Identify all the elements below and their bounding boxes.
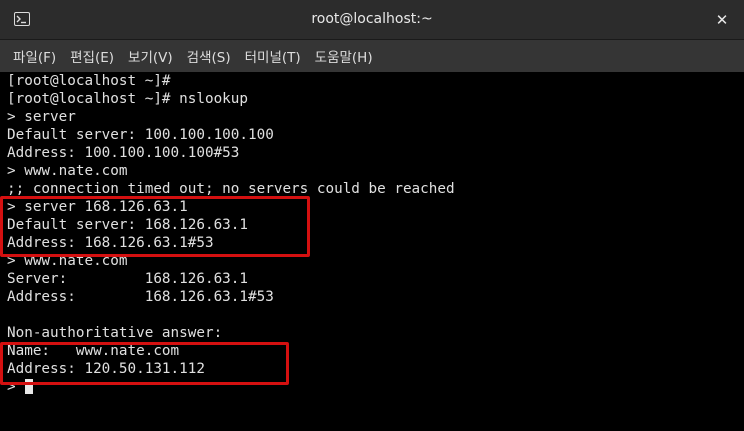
terminal-line: Non-authoritative answer: [7, 325, 223, 341]
menu-search[interactable]: 검색(S) [180, 46, 238, 66]
terminal-output[interactable]: [root@localhost ~]# [root@localhost ~]# … [0, 72, 744, 431]
terminal-line: > www.nate.com [7, 163, 128, 179]
window-title: root@localhost:~ [311, 11, 433, 27]
terminal-line: Address: 100.100.100.100#53 [7, 145, 240, 161]
menu-view[interactable]: 보기(V) [121, 46, 180, 66]
highlight-box-server-change [0, 196, 310, 257]
title-bar[interactable]: root@localhost:~ ✕ [0, 0, 744, 40]
terminal-line: Server: 168.126.63.1 [7, 271, 249, 287]
terminal-line: [root@localhost ~]# [7, 73, 171, 89]
terminal-window: root@localhost:~ ✕ 파일(F) 편집(E) 보기(V) 검색(… [0, 0, 744, 431]
menu-help[interactable]: 도움말(H) [308, 46, 380, 66]
menu-edit[interactable]: 편집(E) [63, 46, 121, 66]
terminal-line: Address: 168.126.63.1#53 [7, 289, 274, 305]
terminal-line: [root@localhost ~]# nslookup [7, 91, 249, 107]
menu-terminal[interactable]: 터미널(T) [238, 46, 308, 66]
menu-bar: 파일(F) 편집(E) 보기(V) 검색(S) 터미널(T) 도움말(H) [0, 40, 744, 72]
close-button[interactable]: ✕ [710, 8, 734, 32]
highlight-box-answer [0, 342, 289, 385]
menu-file[interactable]: 파일(F) [6, 46, 63, 66]
terminal-line: Default server: 100.100.100.100 [7, 127, 274, 143]
terminal-line: > server [7, 109, 76, 125]
